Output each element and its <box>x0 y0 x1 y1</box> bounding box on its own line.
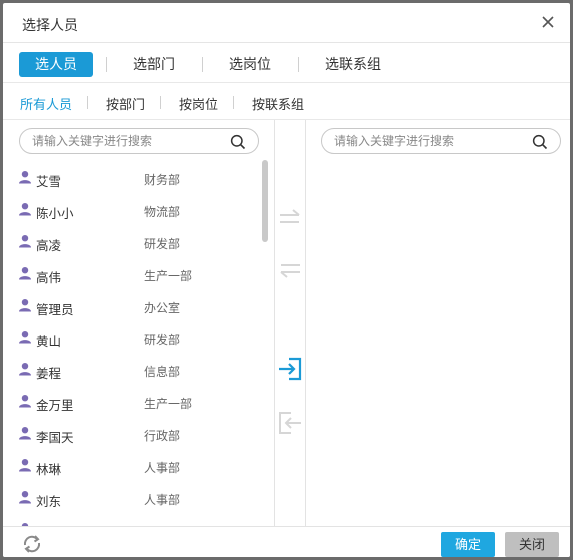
list-item[interactable]: 高伟 生产一部 <box>3 259 271 291</box>
tab-select-contact-group[interactable]: 选联系组 <box>313 52 393 77</box>
user-icon <box>19 331 31 344</box>
right-search-input[interactable] <box>334 133 514 149</box>
tab-divider <box>202 57 203 72</box>
subtab-divider <box>160 96 161 109</box>
tab-select-position[interactable]: 选岗位 <box>215 52 285 77</box>
search-icon[interactable] <box>532 134 548 150</box>
list-item[interactable]: 姜程 信息部 <box>3 355 271 387</box>
user-icon <box>19 203 31 216</box>
confirm-button[interactable]: 确定 <box>441 532 495 557</box>
list-item[interactable]: 金万里 生产一部 <box>3 387 271 419</box>
left-search-box <box>19 128 259 154</box>
person-name: 黄山 <box>36 335 62 349</box>
filter-subtabs: 所有人员 按部门 按岗位 按联系组 <box>3 84 570 120</box>
user-icon <box>19 427 31 440</box>
list-item[interactable]: 艾雪 财务部 <box>3 163 271 195</box>
user-icon <box>19 299 31 312</box>
list-item[interactable] <box>3 515 271 526</box>
person-name: 姜程 <box>36 367 62 381</box>
selection-type-tabs: 选人员 选部门 选岗位 选联系组 <box>3 43 570 83</box>
person-department: 行政部 <box>144 429 181 443</box>
person-name: 林琳 <box>36 463 62 477</box>
subtab-divider <box>87 96 88 109</box>
people-list: 艾雪 财务部 陈小小 物流部 高凌 研发部 高伟 生产一部 管理员 办公室 黄山… <box>3 163 271 526</box>
person-name: 管理员 <box>36 303 74 317</box>
user-icon <box>19 267 31 280</box>
user-icon <box>19 395 31 408</box>
tab-divider <box>106 57 107 72</box>
user-icon <box>19 363 31 376</box>
person-department: 人事部 <box>144 461 181 475</box>
subtab-divider <box>233 96 234 109</box>
close-icon[interactable] <box>539 13 557 31</box>
person-name: 陈小小 <box>36 207 74 221</box>
list-item[interactable]: 管理员 办公室 <box>3 291 271 323</box>
dialog-footer: 确定 关闭 <box>3 526 570 557</box>
move-all-left-icon[interactable] <box>277 256 303 282</box>
dialog-title: 选择人员 <box>22 17 78 33</box>
tab-select-department[interactable]: 选部门 <box>119 52 189 77</box>
person-department: 信息部 <box>144 365 181 379</box>
remove-selected-icon[interactable] <box>277 410 303 436</box>
person-department: 物流部 <box>144 205 181 219</box>
user-icon <box>19 459 31 472</box>
person-name: 高伟 <box>36 271 62 285</box>
move-all-right-icon[interactable] <box>277 206 303 232</box>
list-item[interactable]: 刘东 人事部 <box>3 483 271 515</box>
list-item[interactable]: 高凌 研发部 <box>3 227 271 259</box>
left-search-input[interactable] <box>32 133 212 149</box>
person-name: 高凌 <box>36 239 62 253</box>
person-department: 研发部 <box>144 333 181 347</box>
right-panel-divider <box>305 120 306 526</box>
search-icon[interactable] <box>230 134 246 150</box>
dialog-titlebar: 选择人员 <box>3 3 570 43</box>
subtab-by-position[interactable]: 按岗位 <box>179 94 218 113</box>
user-icon <box>19 235 31 248</box>
person-department: 研发部 <box>144 237 181 251</box>
subtab-by-department[interactable]: 按部门 <box>106 94 145 113</box>
list-item[interactable]: 陈小小 物流部 <box>3 195 271 227</box>
user-icon <box>19 171 31 184</box>
subtab-by-contact-group[interactable]: 按联系组 <box>252 94 304 113</box>
person-name: 金万里 <box>36 399 74 413</box>
list-item[interactable]: 李国天 行政部 <box>3 419 271 451</box>
list-scrollbar[interactable] <box>262 160 268 242</box>
select-person-dialog: 选择人员 选人员 选部门 选岗位 选联系组 所有人员 按部门 按岗位 按联系组 <box>3 3 570 557</box>
user-icon <box>19 491 31 504</box>
person-name: 刘东 <box>36 495 62 509</box>
person-department: 生产一部 <box>144 397 193 411</box>
person-department: 人事部 <box>144 493 181 507</box>
person-department: 办公室 <box>144 301 181 315</box>
subtab-all-people[interactable]: 所有人员 <box>20 94 72 113</box>
person-name: 李国天 <box>36 431 74 445</box>
person-department: 财务部 <box>144 173 181 187</box>
person-name: 艾雪 <box>36 175 62 189</box>
tab-divider <box>298 57 299 72</box>
add-selected-icon[interactable] <box>277 356 303 382</box>
tab-select-person[interactable]: 选人员 <box>19 52 93 77</box>
list-item[interactable]: 林琳 人事部 <box>3 451 271 483</box>
person-department: 生产一部 <box>144 269 193 283</box>
right-search-box <box>321 128 561 154</box>
close-button[interactable]: 关闭 <box>505 532 559 557</box>
refresh-icon[interactable] <box>21 533 43 555</box>
left-panel-divider <box>274 120 275 526</box>
list-item[interactable]: 黄山 研发部 <box>3 323 271 355</box>
